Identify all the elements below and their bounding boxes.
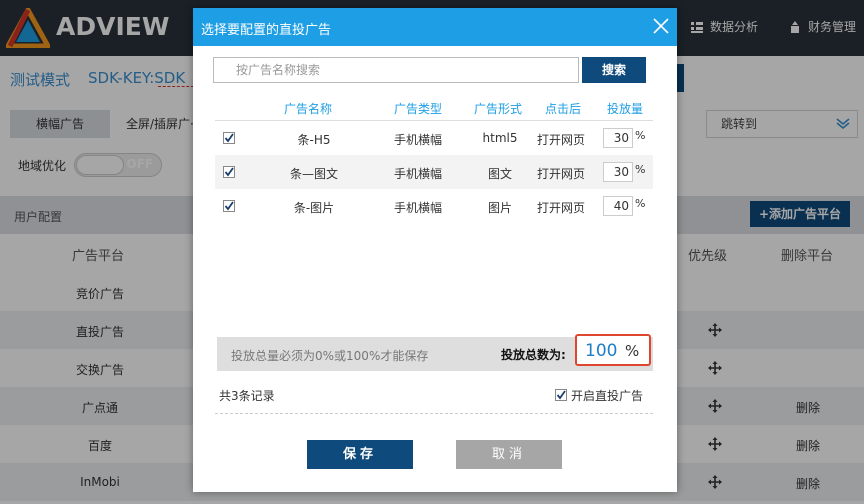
ad-format-cell: html5 bbox=[482, 131, 518, 145]
total-label: 投放总数为: bbox=[501, 348, 566, 362]
direct-ad-config-dialog: 选择要配置的直投广告 搜索 广告名称 广告类型 广告形式 点击后 投放量 条-H… bbox=[193, 8, 677, 492]
total-notice-text: 投放总量必须为0%或100%才能保存 bbox=[231, 349, 429, 363]
ad-row: 条—图文 手机横幅 图文 打开网页 30% bbox=[215, 155, 653, 189]
enable-direct-ads-checkbox[interactable] bbox=[555, 389, 567, 401]
column-header-quantity: 投放量 bbox=[606, 102, 643, 116]
ad-select-checkbox[interactable] bbox=[223, 166, 235, 178]
ad-type-cell: 手机横幅 bbox=[393, 133, 442, 147]
close-icon[interactable] bbox=[651, 16, 671, 36]
ad-name-search-input[interactable] bbox=[213, 57, 579, 83]
ad-row: 条-图片 手机横幅 图片 打开网页 40% bbox=[215, 189, 653, 223]
search-button[interactable]: 搜索 bbox=[582, 57, 646, 83]
ad-name-cell: 条-H5 bbox=[297, 133, 331, 147]
ad-format-cell: 图片 bbox=[487, 201, 512, 215]
quantity-input[interactable]: 30 bbox=[603, 128, 633, 148]
dashed-divider bbox=[215, 413, 653, 414]
ad-select-checkbox[interactable] bbox=[223, 200, 235, 212]
total-value: 100 bbox=[585, 341, 618, 361]
ad-name-cell: 条-图片 bbox=[293, 201, 335, 215]
ad-type-cell: 手机横幅 bbox=[393, 167, 442, 181]
ad-click-cell: 打开网页 bbox=[536, 201, 585, 215]
percent-unit: % bbox=[635, 163, 646, 176]
quantity-input[interactable]: 30 bbox=[603, 162, 633, 182]
ad-click-cell: 打开网页 bbox=[536, 133, 585, 147]
ad-select-checkbox[interactable] bbox=[223, 132, 235, 144]
total-unit: % bbox=[625, 342, 640, 360]
column-header-format: 广告形式 bbox=[473, 102, 522, 116]
column-header-name: 广告名称 bbox=[283, 102, 332, 116]
quantity-input[interactable]: 40 bbox=[603, 196, 633, 216]
ad-name-cell: 条—图文 bbox=[289, 167, 338, 181]
ad-row: 条-H5 手机横幅 html5 打开网页 30% bbox=[215, 121, 653, 155]
record-count: 共3条记录 bbox=[219, 389, 275, 403]
enable-direct-ads-label: 开启直投广告 bbox=[571, 389, 644, 403]
percent-unit: % bbox=[635, 129, 646, 142]
ad-type-cell: 手机横幅 bbox=[393, 201, 442, 215]
total-value-box: 100 % bbox=[575, 334, 651, 366]
dialog-header: 选择要配置的直投广告 bbox=[193, 8, 677, 46]
column-header-click: 点击后 bbox=[544, 102, 581, 116]
dialog-title: 选择要配置的直投广告 bbox=[201, 23, 332, 38]
percent-unit: % bbox=[635, 197, 646, 210]
save-button[interactable]: 保存 bbox=[307, 440, 413, 469]
column-header-type: 广告类型 bbox=[393, 102, 442, 116]
ad-click-cell: 打开网页 bbox=[536, 167, 585, 181]
ad-format-cell: 图文 bbox=[487, 167, 512, 181]
cancel-button[interactable]: 取消 bbox=[456, 440, 562, 469]
